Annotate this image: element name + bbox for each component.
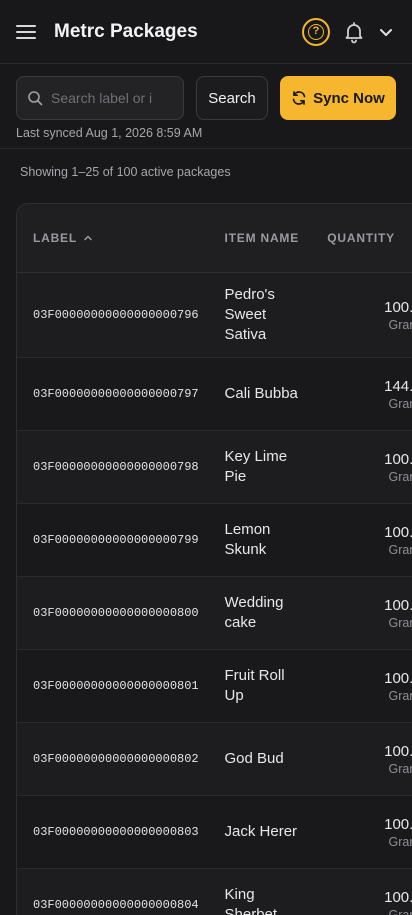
quantity-value: 100.00 bbox=[384, 815, 412, 833]
item-name: God Bud bbox=[224, 750, 284, 767]
app-header: Metrc Packages ? bbox=[0, 0, 412, 64]
quantity-unit: Grams bbox=[388, 834, 412, 849]
quantity-value: 100.00 bbox=[384, 742, 412, 760]
column-header-label-text: LABEL bbox=[33, 231, 77, 245]
item-name: Fruit Roll Up bbox=[224, 667, 285, 704]
quantity-cell: 144.00Grams bbox=[311, 378, 412, 411]
quantity-value: 144.00 bbox=[384, 377, 412, 395]
table-row[interactable]: 03F00000000000000000800 Wedding cake 100.0… bbox=[17, 577, 412, 650]
column-header-label[interactable]: LABEL bbox=[17, 231, 209, 245]
package-label: 03F00000000000000000796 bbox=[33, 308, 199, 322]
menu-icon[interactable] bbox=[16, 20, 40, 44]
bell-icon[interactable] bbox=[342, 20, 366, 44]
search-input[interactable] bbox=[51, 90, 161, 106]
item-name: Jack Herer bbox=[224, 823, 298, 840]
package-label: 03F00000000000000000803 bbox=[33, 825, 199, 839]
item-name: Key Lime Pie bbox=[224, 448, 288, 485]
sync-now-button[interactable]: Sync Now bbox=[280, 76, 396, 120]
quantity-unit: Grams bbox=[388, 688, 412, 703]
help-icon[interactable]: ? bbox=[302, 17, 330, 46]
app-root: Metrc Packages ? Search Sync Now bbox=[0, 0, 412, 915]
sort-ascending-icon bbox=[84, 235, 92, 241]
quantity-value: 100.00 bbox=[384, 596, 412, 614]
item-name: Pedro's Sweet Sativa bbox=[224, 286, 275, 343]
table-row[interactable]: 03F00000000000000000801 Fruit Roll Up 100.… bbox=[17, 650, 412, 723]
quantity-value: 100.00 bbox=[384, 523, 412, 541]
quantity-unit: Grams bbox=[388, 469, 412, 484]
table-row[interactable]: 03F00000000000000000803 Jack Herer 100.00G… bbox=[17, 796, 412, 869]
item-name: Wedding cake bbox=[224, 594, 284, 631]
search-box[interactable] bbox=[16, 76, 184, 120]
quantity-cell: 100.00Grams bbox=[311, 597, 412, 630]
refresh-icon bbox=[292, 91, 306, 105]
package-label: 03F00000000000000000800 bbox=[33, 606, 199, 620]
page-title: Metrc Packages bbox=[54, 20, 198, 42]
column-header-item-name[interactable]: ITEM NAME bbox=[209, 230, 312, 246]
item-name: King Sherbet bbox=[224, 886, 278, 915]
quantity-cell: 100.00Grams bbox=[311, 816, 412, 849]
table-row[interactable]: 03F00000000000000000802 God Bud 100.00Gram… bbox=[17, 723, 412, 796]
quantity-value: 100.00 bbox=[384, 298, 412, 316]
chevron-down-icon[interactable] bbox=[376, 22, 396, 42]
package-label: 03F00000000000000000802 bbox=[33, 752, 199, 766]
quantity-cell: 100.00Grams bbox=[311, 743, 412, 776]
package-label: 03F00000000000000000804 bbox=[33, 898, 199, 912]
quantity-value: 100.00 bbox=[384, 450, 412, 468]
quantity-unit: Grams bbox=[388, 542, 412, 557]
packages-table: LABEL ITEM NAME QUANTITY 03F000000000000… bbox=[16, 203, 412, 915]
search-button[interactable]: Search bbox=[196, 76, 268, 120]
table-row[interactable]: 03F00000000000000000797 Cali Bubba 144.00G… bbox=[17, 358, 412, 431]
package-label: 03F00000000000000000798 bbox=[33, 460, 199, 474]
quantity-unit: Grams bbox=[388, 615, 412, 630]
quantity-cell: 100.00Grams bbox=[311, 451, 412, 484]
quantity-cell: 100.00Grams bbox=[311, 299, 412, 332]
quantity-value: 100.00 bbox=[384, 669, 412, 687]
sync-now-label: Sync Now bbox=[313, 89, 385, 107]
results-summary: Showing 1–25 of 100 active packages bbox=[20, 165, 231, 179]
quantity-unit: Grams bbox=[388, 317, 412, 332]
package-label: 03F00000000000000000797 bbox=[33, 387, 199, 401]
table-header: LABEL ITEM NAME QUANTITY bbox=[17, 204, 412, 273]
quantity-unit: Grams bbox=[388, 761, 412, 776]
toolbar: Search Sync Now bbox=[0, 64, 412, 120]
package-label: 03F00000000000000000799 bbox=[33, 533, 199, 547]
package-label: 03F00000000000000000801 bbox=[33, 679, 199, 693]
quantity-cell: 100.00Grams bbox=[311, 524, 412, 557]
quantity-unit: Grams bbox=[388, 396, 412, 411]
search-icon bbox=[28, 91, 43, 106]
item-name: Lemon Skunk bbox=[224, 521, 271, 558]
column-header-quantity[interactable]: QUANTITY bbox=[311, 231, 412, 245]
table-row[interactable]: 03F00000000000000000799 Lemon Skunk 100.00… bbox=[17, 504, 412, 577]
table-row[interactable]: 03F00000000000000000798 Key Lime Pie 100.0… bbox=[17, 431, 412, 504]
last-synced-text: Last synced Aug 1, 2026 8:59 AM bbox=[16, 126, 203, 140]
item-name: Cali Bubba bbox=[224, 385, 298, 402]
table-row[interactable]: 03F00000000000000000804 King Sherbet 100.0… bbox=[17, 869, 412, 915]
table-body: 03F00000000000000000796 Pedro's Sweet Sat… bbox=[17, 273, 412, 915]
table-row[interactable]: 03F00000000000000000796 Pedro's Sweet Sat… bbox=[17, 273, 412, 358]
quantity-cell: 100.00Grams bbox=[311, 670, 412, 703]
quantity-value: 100.00 bbox=[384, 888, 412, 906]
quantity-cell: 100.00Grams bbox=[311, 889, 412, 915]
quantity-unit: Grams bbox=[388, 907, 412, 915]
